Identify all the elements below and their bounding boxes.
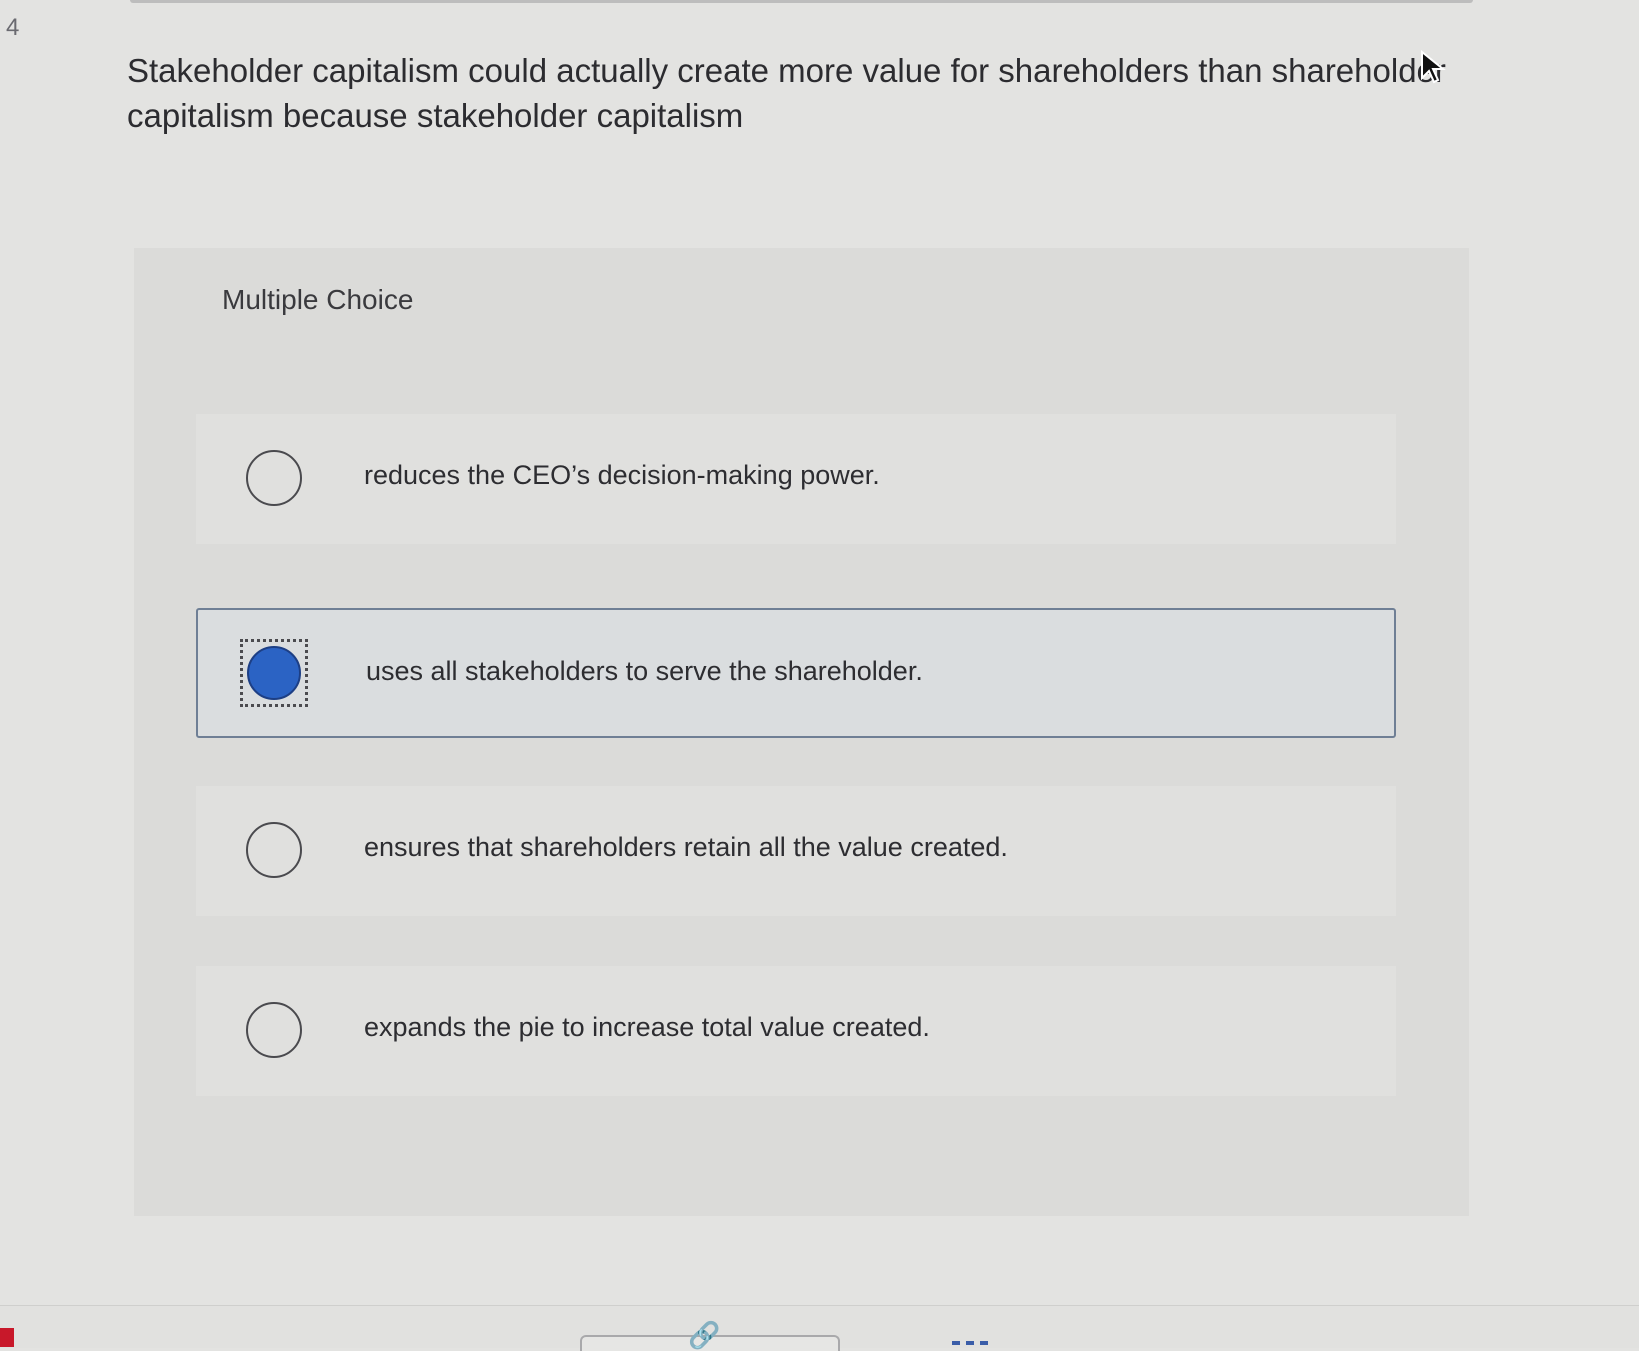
question-text: Stakeholder capitalism could actually cr… — [127, 52, 1446, 134]
option-a[interactable]: reduces the CEO’s decision-making power. — [196, 414, 1396, 544]
option-c[interactable]: ensures that shareholders retain all the… — [196, 786, 1396, 916]
top-divider — [130, 0, 1473, 3]
question-number: 4 — [6, 14, 20, 41]
cursor-icon — [1421, 50, 1446, 84]
option-b-text: uses all stakeholders to serve the share… — [366, 656, 923, 686]
multiple-choice-panel: Multiple Choice reduces the CEO’s decisi… — [134, 248, 1469, 1216]
multiple-choice-label: Multiple Choice — [222, 284, 414, 315]
red-marker — [0, 1328, 14, 1347]
link-icon[interactable]: 🔗 — [688, 1320, 720, 1351]
radio-button-unchecked[interactable] — [246, 450, 302, 506]
radio-button-checked[interactable] — [240, 639, 308, 707]
radio-button-unchecked[interactable] — [246, 822, 302, 878]
option-c-text: ensures that shareholders retain all the… — [364, 832, 1008, 862]
option-d[interactable]: expands the pie to increase total value … — [196, 966, 1396, 1096]
radio-selected-dot — [247, 646, 301, 700]
option-a-text: reduces the CEO’s decision-making power. — [364, 460, 880, 490]
dashes-icon — [952, 1341, 988, 1349]
option-b[interactable]: uses all stakeholders to serve the share… — [196, 608, 1396, 738]
radio-button-unchecked[interactable] — [246, 1002, 302, 1058]
option-d-text: expands the pie to increase total value … — [364, 1012, 930, 1042]
